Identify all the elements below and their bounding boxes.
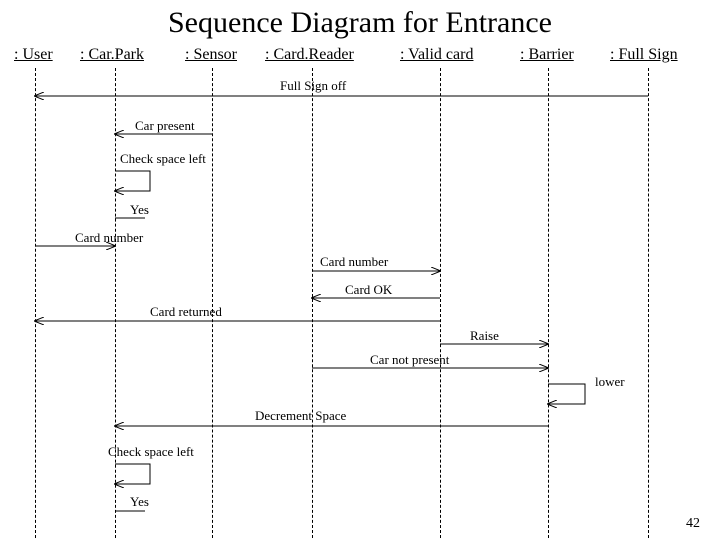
slide-number: 42 — [686, 516, 700, 532]
msg-card-ok: Card OK — [345, 282, 392, 298]
msg-car-not-present: Car not present — [370, 352, 449, 368]
msg-check-space-1: Check space left — [120, 151, 206, 167]
msg-card-returned: Card returned — [150, 304, 222, 320]
msg-decrement-space: Decrement Space — [255, 408, 346, 424]
diagram-title: Sequence Diagram for Entrance — [0, 0, 720, 40]
msg-full-sign-off: Full Sign off — [280, 78, 346, 94]
msg-car-present: Car present — [135, 118, 195, 134]
msg-raise: Raise — [470, 328, 499, 344]
msg-card-number-1: Card number — [75, 230, 143, 246]
msg-card-number-2: Card number — [320, 254, 388, 270]
msg-lower: lower — [595, 374, 625, 390]
diagram-stage: : User : Car.Park : Sensor : Card.Reader… — [0, 46, 720, 540]
msg-yes-2: Yes — [130, 494, 149, 510]
msg-check-space-2: Check space left — [108, 444, 194, 460]
msg-yes-1: Yes — [130, 202, 149, 218]
